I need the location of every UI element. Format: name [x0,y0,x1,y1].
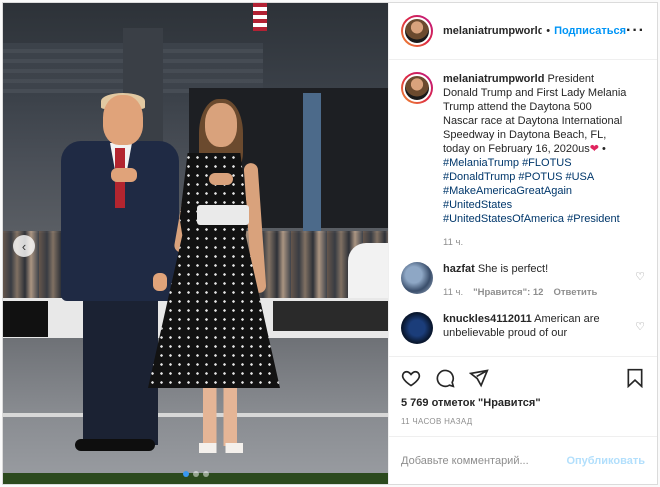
comment-input[interactable]: Добавьте комментарий... [401,455,566,467]
post-comment-button[interactable]: Опубликовать [566,455,645,467]
comment-likes[interactable]: "Нравится": 12 [473,286,543,300]
heart-outline-icon[interactable]: ♡ [635,320,645,333]
avatar[interactable] [401,72,433,104]
post-timestamp[interactable]: 11 ЧАСОВ НАЗАД [401,417,645,436]
header-separator: • [546,25,551,37]
post-window: ‹ melaniatrumpworld • Подписаться ··· me… [2,2,658,485]
heart-outline-icon[interactable]: ♡ [635,270,645,283]
list-item: knuckles4112011 American are unbelievabl… [401,312,645,344]
post-photo[interactable]: ‹ [3,3,388,484]
comment-username[interactable]: knuckles4112011 [443,313,532,325]
flag-image [253,3,267,31]
caption-username[interactable]: melaniatrumpworld [443,73,544,85]
list-item: hazfat She is perfect! 11 ч. "Нравится":… [401,262,645,300]
avatar[interactable] [401,262,433,294]
share-icon[interactable] [469,368,489,388]
comment-time[interactable]: 11 ч. [443,286,463,300]
post-header: melaniatrumpworld • Подписаться ··· [389,3,657,60]
comment-icon[interactable] [435,368,455,388]
avatar[interactable] [401,15,433,47]
carousel-dots [3,471,388,477]
heart-emoji: ❤ [589,143,599,155]
like-count[interactable]: 5 769 отметок "Нравится" [401,397,645,409]
caption-bullet: • [602,143,606,155]
carousel-dot [202,471,209,477]
heart-icon[interactable] [401,368,421,388]
caption-text: President Donald Trump and First Lady Me… [443,73,627,155]
comment-text: She is perfect! [477,263,549,275]
header-username[interactable]: melaniatrumpworld [443,25,542,37]
caption-time[interactable]: 11 ч. [443,236,463,250]
comments-list: melaniatrumpworld President Donald Trump… [389,60,657,356]
bookmark-icon[interactable] [625,368,645,388]
carousel-dot [182,471,189,477]
action-bar: 5 769 отметок "Нравится" 11 ЧАСОВ НАЗАД [389,356,657,436]
carousel-dot [192,471,199,477]
post-sidebar: melaniatrumpworld • Подписаться ··· mela… [388,3,657,484]
caption: melaniatrumpworld President Donald Trump… [401,72,645,250]
add-comment-bar: Добавьте комментарий... Опубликовать [389,436,657,484]
avatar[interactable] [401,312,433,344]
reply-button[interactable]: Ответить [553,286,597,300]
comment-username[interactable]: hazfat [443,263,475,275]
follow-button[interactable]: Подписаться [554,25,626,37]
caption-hashtags[interactable]: #MelaniaTrump #FLOTUS #DonaldTrump #POTU… [443,157,620,225]
ellipsis-icon[interactable]: ··· [626,22,645,40]
chevron-left-icon[interactable]: ‹ [13,235,35,257]
